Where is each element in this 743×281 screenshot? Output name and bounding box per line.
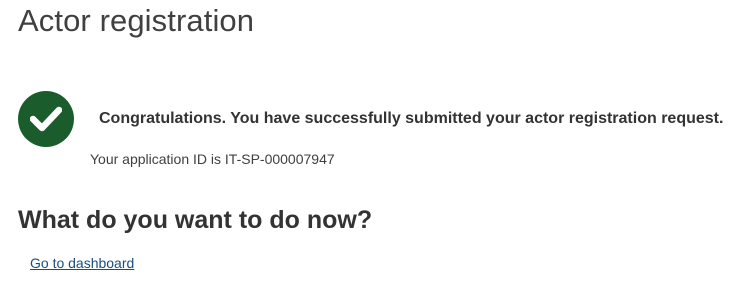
next-steps-heading: What do you want to do now? (18, 206, 373, 234)
page-title: Actor registration (18, 3, 255, 38)
checkmark-icon (30, 106, 62, 132)
application-id-text: Your application ID is IT-SP-000007947 (90, 151, 335, 167)
success-message: Congratulations. You have successfully s… (99, 110, 724, 127)
go-to-dashboard-link[interactable]: Go to dashboard (30, 255, 134, 271)
check-circle-icon (18, 91, 74, 147)
